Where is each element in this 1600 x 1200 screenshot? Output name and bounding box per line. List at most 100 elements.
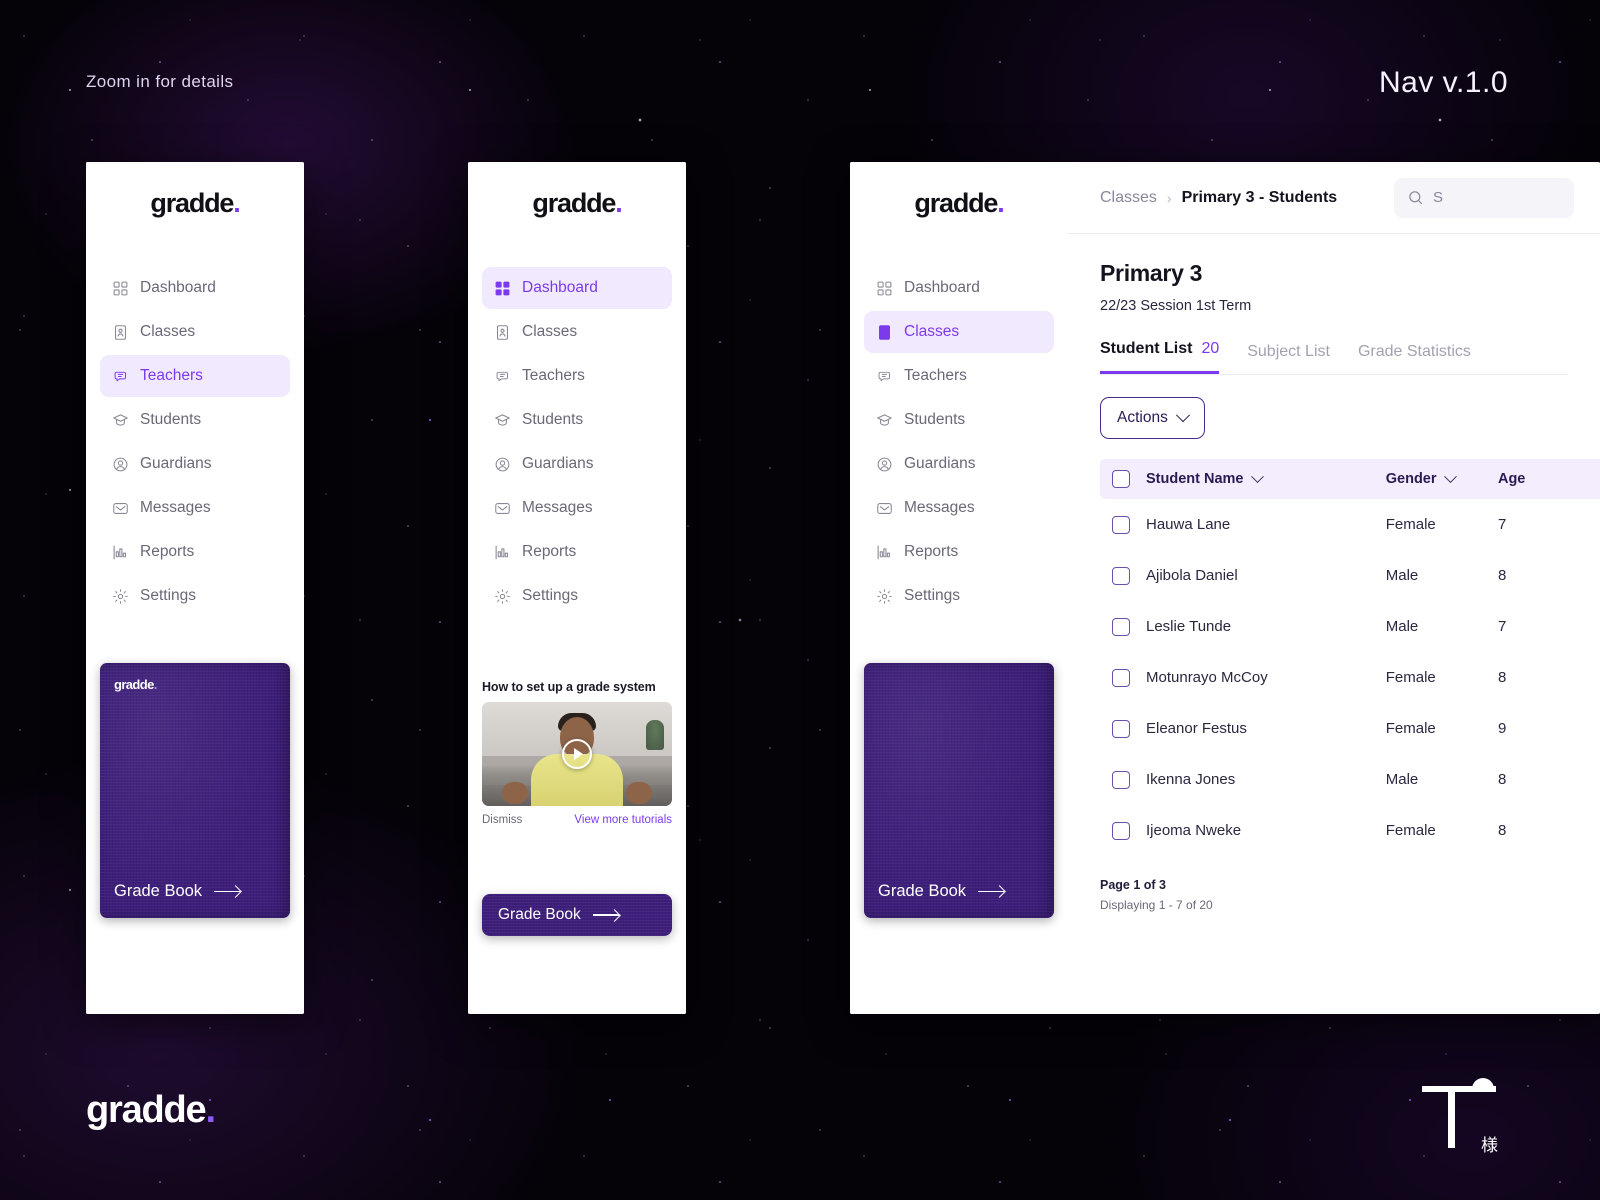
sidebar-item-label: Messages <box>522 499 593 516</box>
tutorial-title: How to set up a grade system <box>482 680 656 694</box>
sidebar-item-dashboard[interactable]: Dashboard <box>482 267 672 309</box>
sidebar-item-students[interactable]: Students <box>864 399 1054 441</box>
sidebar-item-label: Settings <box>904 587 961 604</box>
row-checkbox[interactable] <box>1112 719 1130 738</box>
row-checkbox[interactable] <box>1112 770 1130 789</box>
sidebar-item-students[interactable]: Students <box>100 399 290 441</box>
student-table: Student Name Gender Age Hauwa Lane Female… <box>1100 459 1600 856</box>
sidebar-item-messages[interactable]: Messages <box>100 487 290 529</box>
sidebar-3-nav: Dashboard Classes Teachers Students Guardian… <box>850 267 1068 617</box>
pagination-page-label: Page 1 of 3 <box>1100 878 1166 892</box>
search-input[interactable]: S <box>1394 177 1574 218</box>
teacher-chat-icon <box>111 367 129 385</box>
sidebar-item-teachers[interactable]: Teachers <box>482 355 672 397</box>
column-header-age-label: Age <box>1497 471 1526 487</box>
gender-text: Male <box>1385 618 1419 635</box>
sidebar-item-dashboard[interactable]: Dashboard <box>864 267 1054 309</box>
cell-student-name: Ijeoma Nweke <box>1146 822 1386 839</box>
table-row[interactable]: Ikenna Jones Male 8 <box>1100 754 1600 805</box>
table-row[interactable]: Eleanor Festus Female 9 <box>1100 703 1600 754</box>
row-select-cell <box>1100 566 1146 585</box>
gradebook-card-brand-name: gradde <box>114 677 154 692</box>
cell-student-name: Ikenna Jones <box>1146 771 1386 788</box>
sidebar-item-classes[interactable]: Classes <box>482 311 672 353</box>
gradebook-card-3[interactable]: Grade Book <box>864 663 1054 918</box>
tab-label: Grade Statistics <box>1357 343 1471 360</box>
sidebar-item-label: Reports <box>904 543 959 560</box>
sidebar-item-teachers[interactable]: Teachers <box>100 355 290 397</box>
page-title: Primary 3 <box>1100 260 1203 286</box>
sidebar-item-teachers[interactable]: Teachers <box>864 355 1054 397</box>
sidebar-item-label: Students <box>140 411 202 428</box>
sidebar-item-messages[interactable]: Messages <box>864 487 1054 529</box>
watermark-blob <box>1472 1078 1494 1090</box>
row-checkbox[interactable] <box>1112 668 1130 687</box>
envelope-icon <box>875 499 893 517</box>
panel-classes-student-list: gradde. Dashboard Classes Teachers Students… <box>850 162 1600 1014</box>
actions-button[interactable]: Actions <box>1100 397 1205 439</box>
sidebar-item-dashboard[interactable]: Dashboard <box>100 267 290 309</box>
table-row[interactable]: Leslie Tunde Male 7 <box>1100 601 1600 652</box>
breadcrumb: Classes › Primary 3 - Students <box>1100 189 1337 207</box>
gradebook-card-1[interactable]: gradde. Grade Book <box>100 663 290 918</box>
sidebar-item-guardians[interactable]: Guardians <box>100 443 290 485</box>
sidebar-item-settings[interactable]: Settings <box>864 575 1054 617</box>
gradebook-button[interactable]: Grade Book <box>482 894 672 936</box>
graduation-cap-icon <box>493 411 511 429</box>
sidebar-item-reports[interactable]: Reports <box>482 531 672 573</box>
tutorial-video-thumbnail[interactable] <box>482 702 672 806</box>
gear-icon <box>493 587 511 605</box>
row-checkbox[interactable] <box>1112 566 1130 585</box>
sidebar-item-students[interactable]: Students <box>482 399 672 441</box>
tab-label: Student List <box>1100 340 1193 357</box>
sidebar-item-label: Classes <box>904 323 960 340</box>
view-more-tutorials-link[interactable]: View more tutorials <box>574 814 672 826</box>
tab-subject-list[interactable]: Subject List <box>1247 343 1330 374</box>
row-select-cell <box>1100 770 1146 789</box>
tutorial-card: How to set up a grade system Dismiss Vie… <box>482 680 672 826</box>
sidebar-item-label: Classes <box>522 323 578 340</box>
sidebar-item-classes[interactable]: Classes <box>100 311 290 353</box>
footer-brand-dot: . <box>205 1089 217 1131</box>
sidebar-item-reports[interactable]: Reports <box>100 531 290 573</box>
table-row[interactable]: Ijeoma Nweke Female 8 <box>1100 805 1600 856</box>
designer-watermark: 様 <box>1408 1056 1504 1156</box>
column-header-student-name[interactable]: Student Name <box>1146 469 1386 487</box>
row-checkbox[interactable] <box>1112 821 1130 840</box>
sidebar-item-label: Guardians <box>522 455 594 472</box>
chevron-down-icon <box>1443 469 1457 483</box>
panel-sidebar-dashboard: gradde. Dashboard Classes Teachers Students… <box>468 162 686 1014</box>
row-select-cell <box>1100 668 1146 687</box>
brand-dot: . <box>615 188 623 218</box>
arrow-right-icon <box>214 887 241 897</box>
row-checkbox[interactable] <box>1112 515 1130 534</box>
sidebar-item-messages[interactable]: Messages <box>482 487 672 529</box>
column-header-age[interactable]: Age <box>1498 471 1600 487</box>
table-row[interactable]: Hauwa Lane Female 7 <box>1100 499 1600 550</box>
sidebar-item-reports[interactable]: Reports <box>864 531 1054 573</box>
dismiss-button[interactable]: Dismiss <box>482 814 522 826</box>
actions-row: Actions <box>1068 375 1600 439</box>
breadcrumb-root[interactable]: Classes <box>1100 189 1157 207</box>
sidebar-item-settings[interactable]: Settings <box>100 575 290 617</box>
page-header: Primary 3 22/23 Session 1st Term Student… <box>1068 234 1600 375</box>
tab-grade-statistics[interactable]: Grade Statistics <box>1358 343 1471 374</box>
play-icon[interactable] <box>562 739 592 769</box>
sidebar-item-guardians[interactable]: Guardians <box>864 443 1054 485</box>
sidebar-item-label: Classes <box>140 323 196 340</box>
content-tabs: Student List 20 Subject List Grade Statisti… <box>1100 340 1568 375</box>
table-row[interactable]: Ajibola Daniel Male 8 <box>1100 550 1600 601</box>
sidebar-item-classes[interactable]: Classes <box>864 311 1054 353</box>
cell-gender: Female <box>1386 822 1498 839</box>
sidebar-item-settings[interactable]: Settings <box>482 575 672 617</box>
select-all-checkbox[interactable] <box>1112 470 1130 488</box>
arrow-right-icon <box>978 887 1005 897</box>
table-row[interactable]: Motunrayo McCoy Female 8 <box>1100 652 1600 703</box>
tab-student-list[interactable]: Student List 20 <box>1100 340 1220 374</box>
column-header-gender[interactable]: Gender <box>1386 469 1498 487</box>
sidebar-item-guardians[interactable]: Guardians <box>482 443 672 485</box>
gradebook-card-brand: gradde. <box>114 677 157 692</box>
pagination-displaying-label: Displaying 1 - 7 of 20 <box>1100 898 1213 912</box>
row-checkbox[interactable] <box>1112 617 1130 636</box>
envelope-icon <box>111 499 129 517</box>
